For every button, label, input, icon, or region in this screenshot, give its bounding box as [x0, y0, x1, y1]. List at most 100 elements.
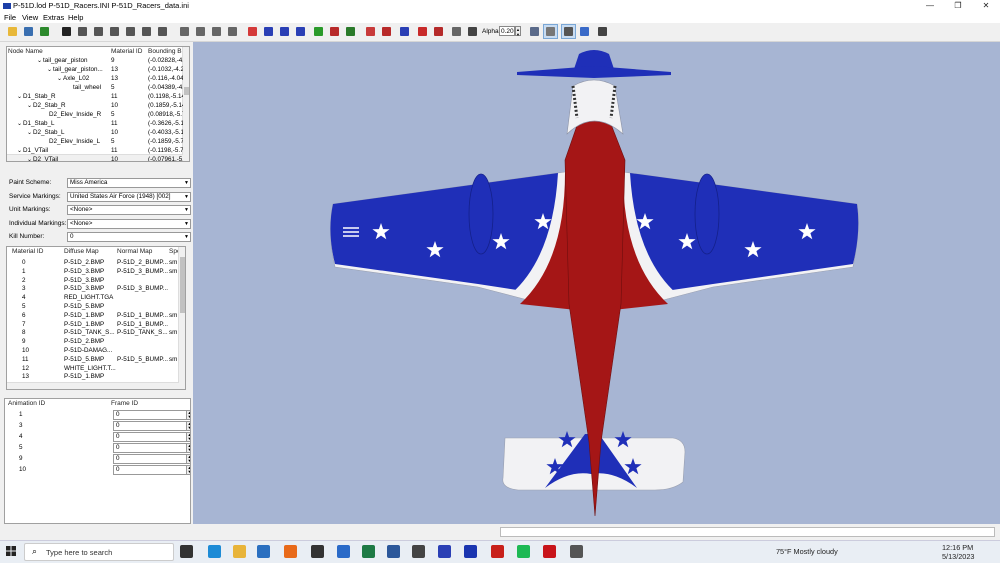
app-icon[interactable] [464, 545, 477, 558]
diffuse-map-header[interactable]: Diffuse Map [64, 248, 99, 255]
mcafee-icon[interactable] [543, 545, 556, 558]
property-select[interactable]: <None> ▼ [67, 218, 191, 229]
frame-id-spinner[interactable]: ▲▼ [186, 410, 190, 420]
cube-icon[interactable] [194, 25, 207, 38]
material-row-id[interactable]: 2 [22, 277, 26, 284]
material-id-header[interactable]: Material ID [111, 48, 142, 55]
app-icon[interactable] [438, 545, 451, 558]
cube-icon[interactable] [226, 25, 239, 38]
edge-icon[interactable] [208, 545, 221, 558]
frame-id-spinner[interactable]: ▲▼ [186, 443, 190, 453]
cube-icon[interactable] [380, 25, 393, 38]
material-diffuse-map[interactable]: P-51D_3.BMP [64, 268, 116, 275]
graph-icon[interactable] [578, 25, 591, 38]
material-diffuse-map[interactable]: P-51D_TANK_S... [64, 329, 116, 336]
firefox-icon[interactable] [284, 545, 297, 558]
material-diffuse-map[interactable]: WHITE_LIGHT.T... [64, 365, 116, 372]
cube-icon[interactable] [278, 25, 291, 38]
acrobat-icon[interactable] [491, 545, 504, 558]
material-normal-map[interactable]: P-51D_1_BUMP.... [117, 321, 168, 328]
animation-panel[interactable]: Animation ID Frame ID 10▲▼30▲▼40▲▼50▲▼90… [4, 398, 191, 524]
tree-expander-icon[interactable]: ⌄ [37, 57, 42, 64]
materials-panel[interactable]: Material ID Diffuse Map Normal Map Spe 0… [6, 246, 186, 390]
material-diffuse-map[interactable]: P-51D_1.BMP [64, 373, 116, 380]
material-diffuse-map[interactable]: P-51D-DAMAG... [64, 347, 116, 354]
alpha-spinner[interactable]: ▲ ▼ [515, 26, 521, 37]
bounding-box-header[interactable]: Bounding B [148, 48, 182, 55]
material-diffuse-map[interactable]: P-51D_2.BMP [64, 338, 116, 345]
material-diffuse-map[interactable]: P-51D_1.BMP [64, 321, 116, 328]
material-diffuse-map[interactable]: P-51D_5.BMP [64, 303, 116, 310]
minimize-button[interactable]: — [916, 0, 944, 12]
tree-expander-icon[interactable]: ⌄ [17, 93, 22, 100]
material-row-id[interactable]: 3 [22, 285, 26, 292]
material-diffuse-map[interactable]: P-51D_1.BMP [64, 312, 116, 319]
material-diffuse-map[interactable]: RED_LIGHT.TGA [64, 294, 116, 301]
cube-icon[interactable] [344, 25, 357, 38]
animation-id-header[interactable]: Animation ID [8, 400, 45, 407]
weather-text[interactable]: 75°F Mostly cloudy [776, 547, 838, 556]
model-viewport[interactable] [193, 42, 1000, 524]
material-id-col-header[interactable]: Material ID [12, 248, 43, 255]
frame-id-spinner[interactable]: ▲▼ [186, 454, 190, 464]
cube-icon[interactable] [178, 25, 191, 38]
cube-icon[interactable] [294, 25, 307, 38]
copy-icon[interactable] [596, 25, 609, 38]
box-icon[interactable] [140, 25, 153, 38]
box-icon[interactable] [92, 25, 105, 38]
box-icon[interactable] [108, 25, 121, 38]
material-diffuse-map[interactable]: P-51D_2.BMP [64, 259, 116, 266]
tree-expander-icon[interactable]: ⌄ [17, 147, 22, 154]
cube-icon[interactable] [450, 25, 463, 38]
node-tree-scrollbar[interactable] [182, 47, 189, 161]
material-normal-map[interactable]: P-51D_1_BUMP.... [117, 312, 168, 319]
cube-icon[interactable] [364, 25, 377, 38]
cube-icon[interactable] [528, 25, 541, 38]
property-select[interactable]: United States Air Force (1948) [002] ▼ [67, 191, 191, 202]
material-specular-map[interactable]: sm [169, 329, 178, 336]
tree-node-name[interactable]: D2_Stab_R [33, 102, 107, 109]
tree-expander-icon[interactable]: ⌄ [27, 129, 32, 136]
frame-id-spinner[interactable]: ▲▼ [186, 421, 190, 431]
material-diffuse-map[interactable]: P-51D_3.BMP [64, 277, 116, 284]
cube-icon[interactable] [262, 25, 275, 38]
tree-expander-icon[interactable]: ⌄ [47, 66, 52, 73]
box-icon[interactable] [76, 25, 89, 38]
materials-scrollbar[interactable] [178, 247, 185, 389]
settings-icon[interactable] [570, 545, 583, 558]
material-row-id[interactable]: 6 [22, 312, 26, 319]
material-row-id[interactable]: 7 [22, 321, 26, 328]
material-diffuse-map[interactable]: P-51D_3.BMP [64, 285, 116, 292]
spotify-icon[interactable] [517, 545, 530, 558]
clock-date[interactable]: 5/13/2023 [942, 552, 974, 561]
frame-id-input[interactable]: 0 [113, 421, 187, 431]
tree-node-name[interactable]: tail_wheel [73, 84, 107, 91]
maximize-button[interactable]: ❐ [944, 0, 972, 12]
materials-hscrollbar[interactable] [7, 382, 179, 389]
material-normal-map[interactable]: P-51D_TANK_S... [117, 329, 168, 336]
normal-map-header[interactable]: Normal Map [117, 248, 152, 255]
frame-id-header[interactable]: Frame ID [111, 400, 138, 407]
material-row-id[interactable]: 13 [22, 373, 29, 380]
tree-expander-icon[interactable]: ⌄ [17, 120, 22, 127]
store-icon[interactable] [257, 545, 270, 558]
clock-time[interactable]: 12:16 PM [942, 543, 973, 552]
tree-node-name[interactable]: D2_VTail [33, 156, 107, 161]
material-specular-map[interactable]: sm [169, 356, 178, 363]
material-row-id[interactable]: 8 [22, 329, 26, 336]
tree-node-name[interactable]: D1_Stab_L [23, 120, 107, 127]
cube-icon[interactable] [432, 25, 445, 38]
menu-view[interactable]: View [22, 13, 38, 22]
property-select[interactable]: Miss America ▼ [67, 178, 191, 188]
snip-icon[interactable] [412, 545, 425, 558]
text-icon[interactable] [38, 25, 51, 38]
material-row-id[interactable]: 11 [22, 356, 29, 363]
tree-expander-icon[interactable]: ⌄ [27, 156, 32, 161]
material-specular-map[interactable]: sm [169, 312, 178, 319]
cube-icon[interactable] [398, 25, 411, 38]
frame-id-input[interactable]: 0 [113, 454, 187, 464]
property-select[interactable]: 0 ▼ [67, 232, 191, 242]
tree-expander-icon[interactable]: ⌄ [57, 75, 62, 82]
frame-id-spinner[interactable]: ▲▼ [186, 465, 190, 475]
tree-node-name[interactable]: D2_Stab_L [33, 129, 107, 136]
